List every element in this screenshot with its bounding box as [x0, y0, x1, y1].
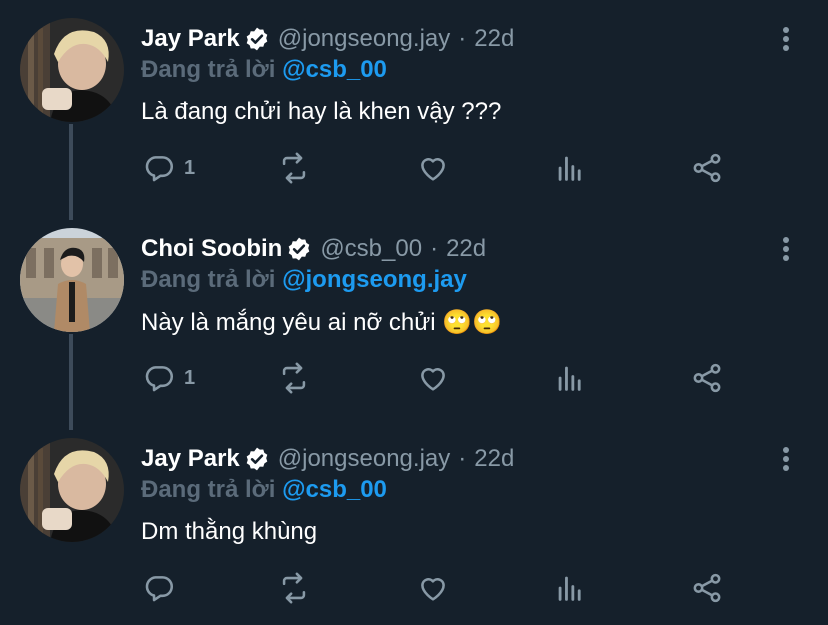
timestamp[interactable]: 22d: [474, 445, 514, 473]
tweet-actions: [0, 570, 828, 606]
reply-to-link[interactable]: @csb_00: [282, 56, 387, 83]
author-handle[interactable]: @jongseong.jay: [278, 445, 450, 473]
share-button[interactable]: [690, 360, 724, 396]
avatar[interactable]: [20, 228, 124, 332]
author-name[interactable]: Choi Soobin: [141, 235, 282, 263]
blond-man-avatar: [20, 438, 124, 542]
heart-icon: [421, 158, 445, 181]
stats-button[interactable]: [553, 360, 587, 396]
reply-context: Đang trả lời @csb_00: [141, 476, 387, 504]
separator-dot: ·: [430, 235, 439, 262]
timestamp[interactable]: 22d: [446, 235, 486, 263]
tweet-text: Là đang chửi hay là khen vậy ???: [141, 98, 502, 125]
bar-chart-icon: [558, 366, 581, 391]
eye-roll-emoji: 🙄🙄: [442, 309, 503, 336]
tweet-actions: 1: [0, 150, 828, 186]
like-button[interactable]: [416, 150, 450, 186]
retweet-button[interactable]: [277, 360, 311, 396]
share-icon: [693, 573, 721, 603]
separator-dot: ·: [458, 445, 467, 472]
retweet-button[interactable]: [277, 570, 311, 606]
retweet-icon: [282, 152, 306, 184]
separator-dot: ·: [458, 25, 467, 52]
more-vertical-icon[interactable]: [776, 446, 796, 472]
retweet-button[interactable]: [277, 150, 311, 186]
reply-prefix: Đang trả lời: [141, 476, 276, 503]
reply-count: 1: [184, 366, 196, 389]
share-button[interactable]: [690, 570, 724, 606]
timestamp[interactable]: 22d: [474, 25, 514, 53]
reply-count: 1: [184, 156, 196, 179]
reply-icon: [145, 366, 174, 392]
verified-badge-icon: [289, 237, 310, 261]
author-handle[interactable]: @csb_00: [320, 235, 422, 263]
retweet-icon: [282, 362, 306, 394]
author-name[interactable]: Jay Park: [141, 445, 240, 473]
share-button[interactable]: [690, 150, 724, 186]
tweet[interactable]: Jay Park @jongseong.jay · 22d Đang trả l…: [0, 420, 828, 625]
bar-chart-icon: [558, 576, 581, 601]
tweet[interactable]: Choi Soobin @csb_00 · 22d Đang trả lời @…: [0, 210, 828, 415]
more-vertical-icon[interactable]: [776, 26, 796, 52]
reply-button[interactable]: 1: [142, 360, 195, 396]
avatar[interactable]: [20, 18, 124, 122]
heart-icon: [421, 368, 445, 391]
stats-button[interactable]: [553, 570, 587, 606]
reply-context: Đang trả lời @jongseong.jay: [141, 266, 467, 294]
reply-context: Đang trả lời @csb_00: [141, 56, 387, 84]
tweet[interactable]: Jay Park @jongseong.jay · 22d Đang trả l…: [0, 0, 828, 205]
tweet-text-container: Này là mắng yêu ai nỡ chửi 🙄🙄: [141, 308, 502, 337]
author-name[interactable]: Jay Park: [141, 25, 240, 53]
heart-icon: [421, 578, 445, 601]
tweet-actions: 1: [0, 360, 828, 396]
author-handle[interactable]: @jongseong.jay: [278, 25, 450, 53]
more-vertical-icon[interactable]: [776, 236, 796, 262]
tweet-text: Dm thằng khùng: [141, 518, 318, 545]
reply-prefix: Đang trả lời: [141, 56, 276, 83]
verified-badge-icon: [246, 447, 268, 471]
reply-prefix: Đang trả lời: [141, 266, 276, 293]
retweet-icon: [282, 572, 306, 604]
like-button[interactable]: [416, 570, 450, 606]
stats-button[interactable]: [553, 150, 587, 186]
verified-badge-icon: [246, 27, 268, 51]
reply-button[interactable]: 1: [142, 150, 195, 186]
reply-to-link[interactable]: @csb_00: [282, 476, 387, 503]
tweet-text: Này là mắng yêu ai nỡ chửi: [141, 309, 436, 336]
like-button[interactable]: [416, 360, 450, 396]
reply-icon: [145, 156, 174, 182]
man-in-coat-avatar: [20, 228, 124, 332]
bar-chart-icon: [558, 156, 581, 181]
reply-button[interactable]: [142, 570, 184, 606]
blond-man-avatar: [20, 18, 124, 122]
reply-to-link[interactable]: @jongseong.jay: [282, 266, 467, 293]
share-icon: [693, 153, 721, 183]
reply-icon: [145, 576, 174, 602]
avatar[interactable]: [20, 438, 124, 542]
share-icon: [693, 363, 721, 393]
